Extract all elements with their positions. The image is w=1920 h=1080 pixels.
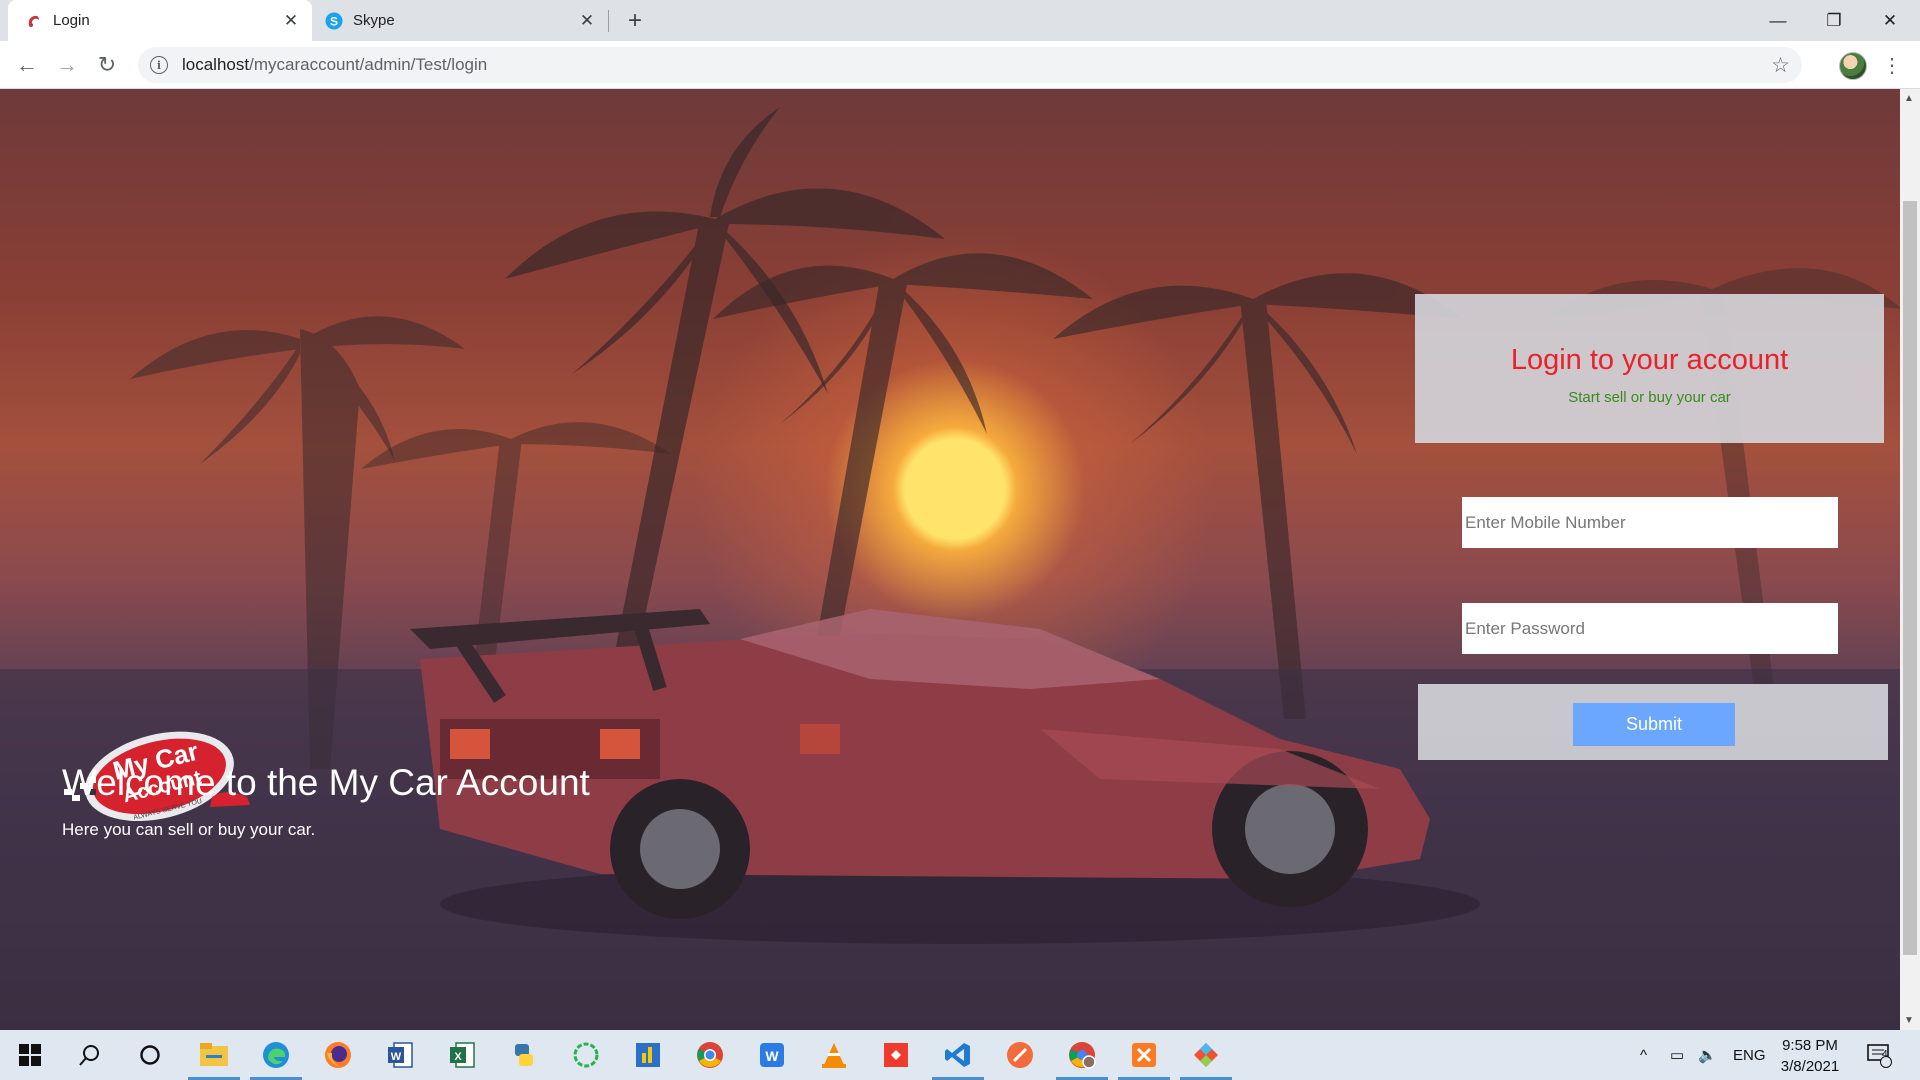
windows-start-icon[interactable] — [12, 1037, 48, 1073]
tab-skype[interactable]: S Skype ✕ — [312, 0, 608, 41]
close-tab-icon[interactable]: ✕ — [282, 11, 300, 30]
tab-separator — [608, 10, 609, 32]
submit-button[interactable]: Submit — [1573, 703, 1735, 746]
scroll-up-icon[interactable]: ▲ — [1904, 93, 1914, 104]
volume-icon[interactable]: 🔈 — [1698, 1030, 1717, 1080]
python-icon[interactable] — [506, 1037, 542, 1073]
vscode-icon[interactable] — [932, 1037, 984, 1080]
login-header-panel: Login to your account Start sell or buy … — [1415, 294, 1884, 443]
url-text: localhost/mycaraccount/admin/Test/login — [182, 55, 487, 75]
windows-taskbar: W X W ^ ▭ 🔈 ENG 9:58 PM 3/8/2021 4 — [0, 1030, 1920, 1080]
address-bar[interactable]: i localhost/mycaraccount/admin/Test/logi… — [138, 47, 1802, 83]
menu-kebab-icon[interactable]: ⋮ — [1882, 51, 1902, 79]
svg-text:W: W — [391, 1051, 402, 1063]
back-button[interactable]: ← — [13, 51, 41, 79]
url-host: localhost — [182, 55, 250, 74]
excel-icon[interactable]: X — [444, 1037, 480, 1073]
wps-writer-icon[interactable]: W — [754, 1037, 790, 1073]
search-icon[interactable] — [72, 1037, 108, 1073]
svg-text:X: X — [454, 1051, 462, 1063]
clock-time: 9:58 PM — [1782, 1037, 1838, 1054]
new-tab-button[interactable]: + — [622, 7, 648, 34]
word-icon[interactable]: W — [382, 1037, 418, 1073]
notification-center-icon[interactable]: 4 — [1866, 1030, 1892, 1080]
scroll-down-icon[interactable]: ▼ — [1904, 1015, 1914, 1026]
language-indicator[interactable]: ENG — [1733, 1030, 1766, 1080]
powerbi-icon[interactable] — [630, 1037, 666, 1073]
anydesk-icon[interactable] — [878, 1037, 914, 1073]
file-explorer-icon[interactable] — [188, 1037, 240, 1080]
taskbar-clock[interactable]: 9:58 PM 3/8/2021 — [1770, 1035, 1850, 1077]
skype-icon: S — [325, 12, 343, 30]
minimize-button[interactable]: — — [1750, 0, 1806, 41]
welcome-title: Welcome to the My Car Account — [62, 762, 590, 803]
scrollbar-thumb[interactable] — [1903, 201, 1917, 955]
sports-car-image — [410, 609, 1480, 944]
password-field[interactable] — [1462, 603, 1838, 654]
cortana-icon[interactable] — [132, 1037, 168, 1073]
svg-text:S: S — [330, 14, 338, 28]
xampp-icon[interactable] — [1118, 1037, 1170, 1080]
welcome-subtitle: Here you can sell or buy your car. — [62, 820, 316, 839]
tab-title: Login — [53, 12, 90, 29]
firefox-icon[interactable] — [320, 1037, 356, 1073]
vlc-icon[interactable] — [816, 1037, 852, 1073]
site-info-icon[interactable]: i — [150, 56, 168, 74]
reload-button[interactable]: ↻ — [93, 51, 121, 79]
profile-avatar[interactable] — [1839, 52, 1867, 80]
restore-button[interactable]: ❐ — [1806, 0, 1862, 41]
browser-toolbar: ← → ↻ i localhost/mycaraccount/admin/Tes… — [0, 41, 1920, 89]
page-background: My Car Account ALWAYS SERVE YOU Welcome … — [0, 89, 1900, 1030]
login-heading: Login to your account — [1510, 344, 1789, 376]
edge-icon[interactable] — [250, 1037, 302, 1080]
clock-date: 3/8/2021 — [1780, 1058, 1840, 1075]
chrome-profile-icon[interactable] — [1056, 1037, 1108, 1080]
close-window-button[interactable]: ✕ — [1862, 0, 1918, 41]
url-path: /mycaraccount/admin/Test/login — [249, 55, 488, 74]
tab-login[interactable]: Login ✕ — [8, 0, 312, 41]
bookmark-star-icon[interactable]: ☆ — [1771, 53, 1790, 78]
notification-count: 4 — [1882, 1049, 1888, 1060]
forward-button[interactable]: → — [53, 51, 81, 79]
login-subheading: Start sell or buy your car — [1568, 389, 1731, 406]
chrome-icon[interactable] — [692, 1037, 728, 1073]
postman-icon[interactable] — [1002, 1037, 1038, 1073]
show-hidden-icons-icon[interactable]: ^ — [1640, 1030, 1647, 1080]
tab-strip: Login ✕ S Skype ✕ + — ❐ ✕ — [0, 0, 1920, 41]
battery-icon[interactable]: ▭ — [1670, 1030, 1684, 1080]
mycar-favicon-icon — [25, 12, 43, 30]
close-tab-icon[interactable]: ✕ — [578, 11, 596, 30]
refresh-app-icon[interactable] — [568, 1037, 604, 1073]
git-icon[interactable] — [1180, 1037, 1232, 1080]
tab-title: Skype — [353, 12, 395, 29]
mobile-number-field[interactable] — [1462, 497, 1838, 548]
svg-text:W: W — [765, 1048, 779, 1064]
page-scrollbar[interactable]: ▲ ▼ — [1900, 89, 1920, 1030]
